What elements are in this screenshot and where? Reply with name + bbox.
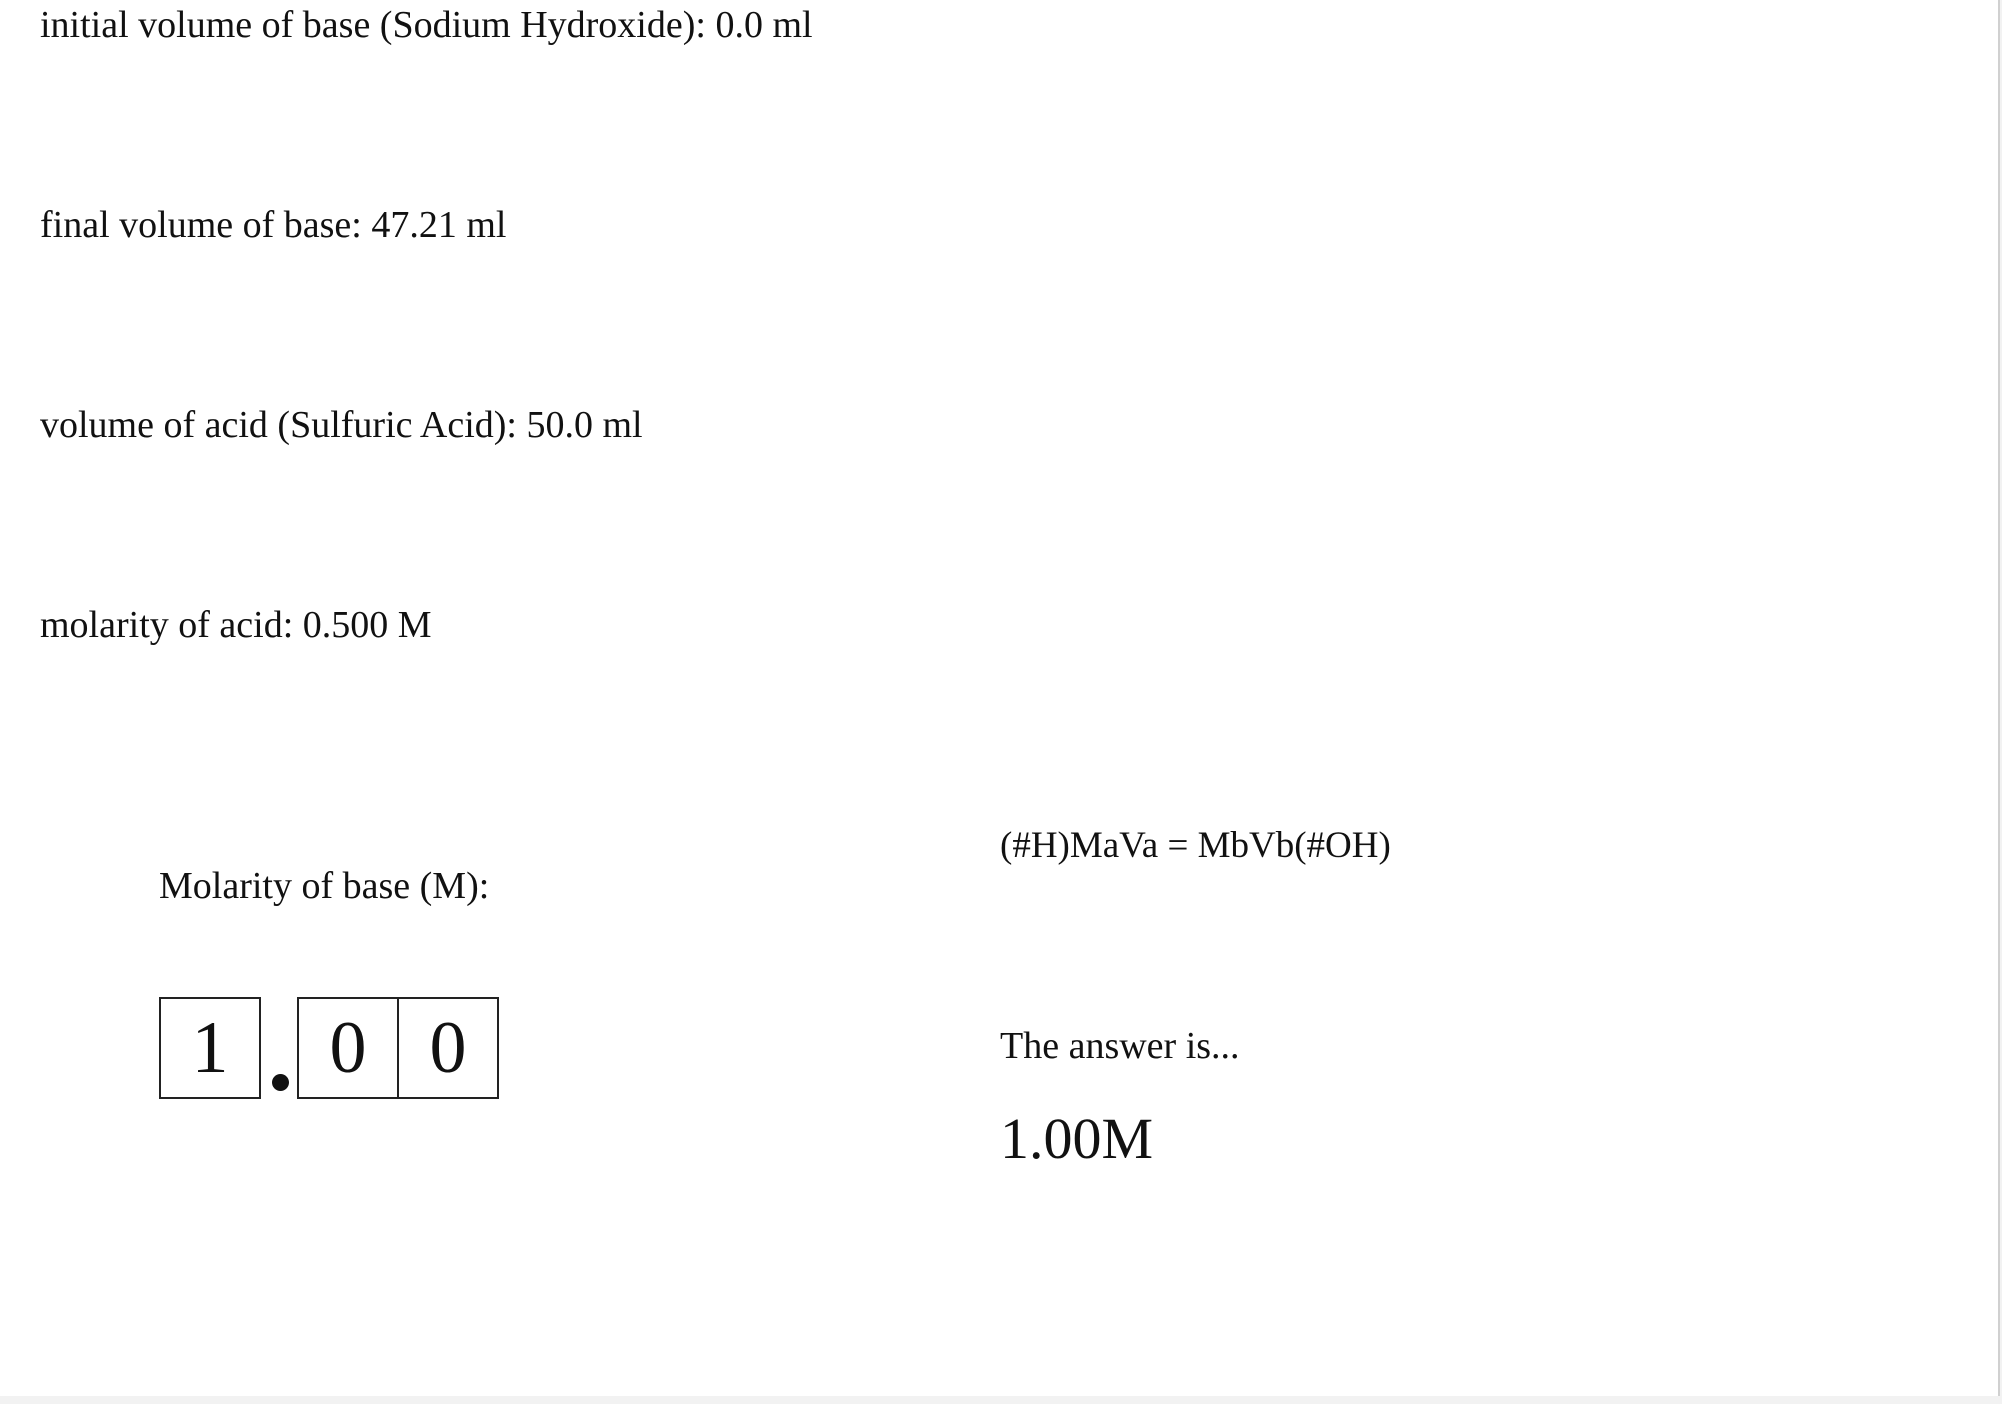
decimal-point [261,997,299,1099]
initial-base-volume-text: initial volume of base (Sodium Hydroxide… [40,4,813,46]
final-base-volume-text: final volume of base: 47.21 ml [40,204,507,246]
answer-value: 1.00M [1000,1106,1154,1171]
digit-input-ones[interactable] [159,997,261,1099]
digit-input-tenths[interactable] [297,997,399,1099]
acid-volume-text: volume of acid (Sulfuric Acid): 50.0 ml [40,404,643,446]
base-molarity-label: Molarity of base (M): [159,865,490,907]
answer-intro-text: The answer is... [1000,1025,1240,1067]
digit-input-hundredths[interactable] [397,997,499,1099]
base-molarity-entry [159,997,499,1099]
acid-molarity-text: molarity of acid: 0.500 M [40,604,432,646]
page-canvas: initial volume of base (Sodium Hydroxide… [0,0,2000,1396]
titration-formula: (#H)MaVa = MbVb(#OH) [1000,825,1391,866]
